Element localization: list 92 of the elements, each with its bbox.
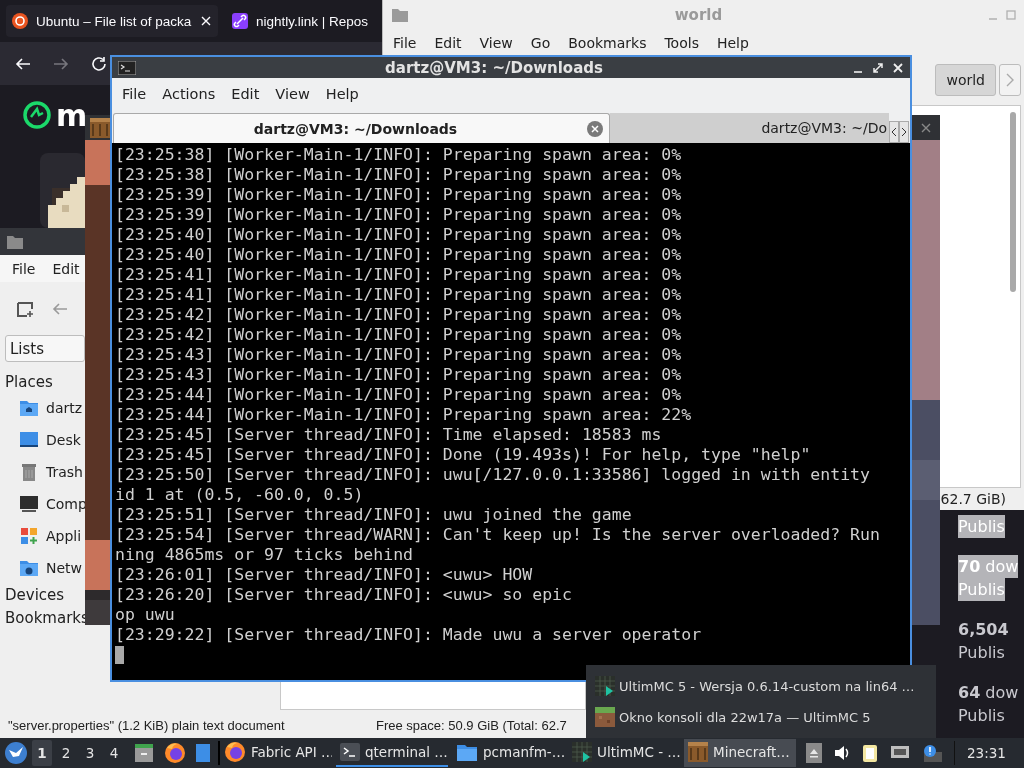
- taskbar-button[interactable]: pcmanfm-…: [452, 739, 564, 767]
- reload-icon[interactable]: [90, 54, 108, 73]
- menu-item[interactable]: View: [479, 34, 513, 51]
- sidebar-item[interactable]: Appli: [5, 520, 82, 552]
- volume-icon[interactable]: [834, 745, 850, 761]
- status-text: "server.properties" (1.2 KiB) plain text document: [8, 717, 285, 733]
- restore-icon[interactable]: [872, 61, 884, 74]
- menu-item[interactable]: Go: [530, 34, 551, 51]
- sidebar-item[interactable]: Desk: [5, 424, 81, 456]
- new-tab-icon[interactable]: [16, 299, 34, 318]
- grass-block-icon: [595, 707, 615, 727]
- taskbar-button[interactable]: UltimMC - …: [568, 739, 680, 767]
- clock[interactable]: 23:31: [967, 745, 1006, 761]
- window-list-item[interactable]: Okno konsoli dla 22w17a — UltimMC 5: [586, 701, 936, 733]
- menu-item[interactable]: Help: [325, 85, 359, 102]
- scroll-right-button[interactable]: [899, 121, 909, 143]
- ubuntu-icon: [12, 13, 28, 29]
- eject-button[interactable]: [806, 743, 822, 763]
- network-folder-icon: [19, 558, 39, 578]
- download-count: 70 dow: [958, 555, 1019, 578]
- desktop-switcher[interactable]: 3: [80, 740, 100, 766]
- trash-icon: [19, 462, 39, 482]
- view-mode-dropdown[interactable]: Lists: [5, 335, 85, 362]
- file-cabinet-icon[interactable]: [134, 743, 154, 763]
- browser-tab[interactable]: nightly.link | Repos: [226, 5, 375, 37]
- sidebar-item[interactable]: Netw: [5, 552, 83, 584]
- eject-icon: [809, 748, 819, 758]
- chevron-left-icon: [891, 127, 897, 137]
- chevron-right-icon: [901, 127, 907, 137]
- publish-date: Publis: [958, 578, 1005, 601]
- download-count: 6,504: [958, 619, 1009, 641]
- menu-item[interactable]: Edit: [52, 260, 80, 277]
- terminal-tab[interactable]: dartz@VM3: ~/Downloads: [113, 113, 610, 143]
- link-icon: [232, 13, 248, 29]
- folder-icon: [6, 233, 24, 250]
- window-title: world: [673, 6, 724, 24]
- menu-item[interactable]: Edit: [434, 34, 462, 51]
- desktop-icon: [19, 430, 39, 450]
- menu-item[interactable]: View: [275, 85, 310, 102]
- menu-item[interactable]: Help: [716, 34, 749, 51]
- window-title: dartz@VM3: ~/Downloads: [384, 58, 604, 77]
- launcher-icon: [595, 676, 615, 696]
- taskbar-button[interactable]: qterminal …: [336, 739, 448, 767]
- publish-date: Publis: [958, 515, 1005, 538]
- publish-date: Publis: [958, 642, 1005, 664]
- menu-item[interactable]: Bookmarks: [568, 34, 647, 51]
- update-icon[interactable]: [922, 744, 942, 762]
- menu-item[interactable]: File: [393, 34, 417, 51]
- launcher-icon: [572, 742, 592, 762]
- home-folder-icon: [19, 398, 39, 418]
- firefox-icon: [224, 741, 246, 763]
- section-heading: Devices: [5, 585, 65, 606]
- publish-date: Publis: [958, 705, 1005, 727]
- start-menu-icon[interactable]: [4, 741, 28, 765]
- firefox-icon: [164, 742, 186, 764]
- sidebar-item[interactable]: Comp: [5, 488, 87, 520]
- menu-item[interactable]: Actions: [162, 85, 216, 102]
- section-heading: Places: [5, 372, 53, 392]
- crafting-table-icon: [90, 117, 110, 138]
- terminal-icon: [340, 743, 360, 761]
- menu-item[interactable]: File: [12, 260, 36, 277]
- logo-text: m: [56, 97, 88, 133]
- applications-icon: [19, 526, 39, 546]
- scrollbar[interactable]: [1010, 112, 1016, 292]
- folder-icon: [456, 742, 478, 762]
- browser-tab[interactable]: Ubuntu – File list of packa: [6, 5, 218, 37]
- sidebar-item[interactable]: dartz: [5, 392, 83, 424]
- clipboard-icon[interactable]: [862, 743, 878, 763]
- sidebar-item[interactable]: Trash: [5, 456, 83, 488]
- computer-icon: [19, 494, 39, 514]
- menu-item[interactable]: File: [122, 85, 147, 102]
- network-icon[interactable]: [890, 745, 910, 761]
- status-text: 62.7 GiB): [940, 491, 1006, 507]
- folder-icon: [391, 7, 409, 23]
- desktop-switcher[interactable]: 1: [32, 740, 52, 766]
- cursor: [115, 646, 124, 664]
- crafting-table-icon: [688, 742, 708, 762]
- desktop-switcher[interactable]: 4: [104, 740, 124, 766]
- terminal-line: [23:29:22] [Server thread/INFO]: Made uwu a server operator: [115, 625, 703, 645]
- download-count: 64 dow: [958, 682, 1019, 704]
- window-list-item[interactable]: UltimMC 5 - Wersja 0.6.14-custom na lin64 …: [586, 670, 936, 702]
- terminal-tab[interactable]: dartz@VM3: ~/Do: [610, 113, 889, 143]
- taskbar-button[interactable]: Minecraft…: [684, 739, 796, 767]
- path-button[interactable]: world: [935, 64, 996, 96]
- scroll-left-button[interactable]: [889, 121, 899, 143]
- menu-item[interactable]: Tools: [664, 34, 699, 51]
- chevron-icon: [1006, 73, 1014, 87]
- menu-item[interactable]: Edit: [231, 85, 260, 102]
- desktop-switcher[interactable]: 2: [56, 740, 76, 766]
- terminal-icon: [118, 60, 136, 75]
- logo-icon: [22, 100, 52, 130]
- free-space-text: Free space: 50.9 GiB (Total: 62.7: [376, 717, 568, 733]
